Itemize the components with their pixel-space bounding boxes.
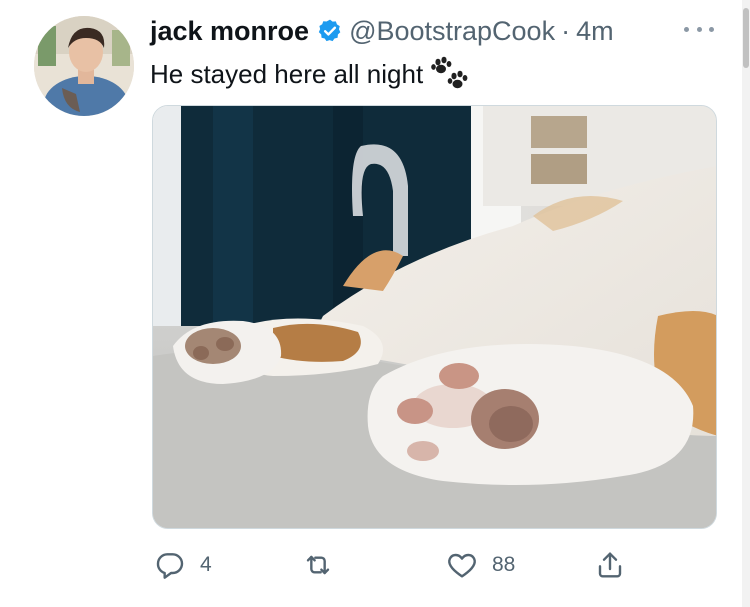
author-avatar[interactable] xyxy=(34,16,134,116)
tweet-text-content: He stayed here all night xyxy=(150,58,424,89)
tweet-photo[interactable] xyxy=(152,105,717,529)
cat-paws-photo xyxy=(153,106,716,528)
verified-badge-icon xyxy=(317,18,343,44)
like-count: 88 xyxy=(492,553,516,576)
scrollbar[interactable] xyxy=(742,0,750,607)
heart-icon[interactable] xyxy=(446,549,478,581)
like-action[interactable]: 88 xyxy=(446,546,515,584)
scrollbar-thumb[interactable] xyxy=(743,8,749,68)
avatar-image xyxy=(34,16,134,116)
retweet-action[interactable] xyxy=(302,546,348,584)
share-action[interactable] xyxy=(594,546,626,584)
tweet-header: jack monroe @BootstrapCook · 4m xyxy=(150,14,614,48)
author-handle[interactable]: @BootstrapCook xyxy=(349,16,555,47)
reply-count: 4 xyxy=(200,553,212,576)
retweet-icon[interactable] xyxy=(302,549,334,581)
more-options-icon[interactable] xyxy=(684,18,714,40)
reply-action[interactable]: 4 xyxy=(154,546,212,584)
separator-dot: · xyxy=(561,15,571,46)
reply-icon[interactable] xyxy=(154,549,186,581)
tweet-timestamp[interactable]: 4m xyxy=(576,16,614,47)
author-name[interactable]: jack monroe xyxy=(150,16,309,47)
share-icon[interactable] xyxy=(594,549,626,581)
paw-prints-icon xyxy=(429,54,469,94)
tweet-text: He stayed here all night xyxy=(150,54,469,94)
